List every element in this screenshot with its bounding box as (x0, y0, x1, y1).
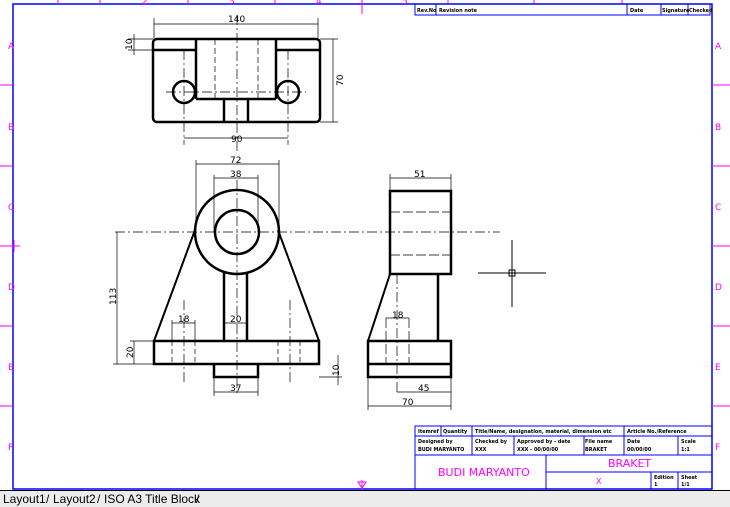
col-label: 2 (142, 0, 148, 7)
row-label: E (8, 363, 14, 373)
top-view[interactable] (128, 15, 338, 152)
tb-designed-value: BUDI MARYANTO (418, 447, 464, 453)
dim-front-boss-height: 10 (332, 364, 342, 376)
revision-table: Rev.No Revision note Date Signature Chec… (414, 3, 713, 16)
row-label: C (715, 203, 721, 213)
rev-header: Date (630, 8, 644, 14)
tb-title-label: Title/Name, designation, material, dimen… (475, 429, 612, 435)
dim-front-outer: 72 (230, 156, 241, 166)
row-label: A (8, 42, 15, 52)
row-label: B (8, 123, 14, 133)
tb-itemref: Itemref (418, 429, 440, 435)
col-label: 5 (402, 0, 408, 7)
dim-front-hole: 18 (178, 315, 190, 325)
dim-front-base: 20 (126, 346, 136, 358)
row-label: E (715, 363, 721, 373)
tb-quantity: Quantity (443, 429, 468, 435)
row-label: F (715, 443, 720, 453)
drawing-border (12, 3, 713, 490)
rev-header: Rev.No (417, 8, 437, 14)
dim-top-holes: 90 (231, 135, 243, 145)
rev-header: Signature (662, 8, 690, 14)
tb-subtitle: X (596, 477, 602, 486)
tb-designed-label: Designed by (418, 439, 453, 445)
tb-approved-label: Approved by - date (517, 439, 571, 445)
row-label: F (8, 443, 13, 453)
row-label: D (8, 283, 15, 293)
tb-filename-label: File name (585, 439, 613, 445)
tb-scale-label: Scale (681, 439, 697, 445)
tab-layout1[interactable]: Layout1 (3, 492, 46, 506)
crosshair-cursor (478, 240, 546, 307)
col-label: 4 (316, 0, 322, 7)
col-label: 3 (229, 0, 235, 7)
tb-edition-value: 1 (654, 482, 658, 488)
dim-front-rib: 20 (230, 315, 242, 325)
tb-sheet-label: Sheet (681, 475, 698, 481)
tb-article: Article No./Reference (627, 429, 687, 435)
drawing-canvas[interactable]: A B C D E F A B C D E F 2 3 4 5 Rev.No R… (0, 0, 730, 490)
layout-tab-bar: Layout1 / Layout2 / ISO A3 Title Block / (0, 490, 730, 507)
tb-sheet-value: 1/1 (681, 482, 690, 488)
row-label: B (715, 123, 721, 133)
title-block: Itemref Quantity Title/Name, designation… (414, 425, 713, 490)
rev-header: Checked (689, 8, 713, 14)
tb-company: BUDI MARYANTO (438, 466, 530, 479)
dim-side-hole: 18 (392, 311, 404, 321)
row-label: A (715, 42, 722, 52)
rev-header: Revision note (439, 8, 478, 14)
side-view[interactable] (366, 174, 453, 410)
dim-side-top: 51 (414, 170, 425, 180)
tb-date-label: Date (627, 439, 641, 445)
dim-front-boss-width: 37 (230, 384, 241, 394)
tb-date-value: 00/00/00 (627, 447, 652, 453)
row-label: C (8, 203, 14, 213)
dim-top-thickness: 10 (125, 38, 135, 50)
dim-front-height: 113 (109, 288, 119, 305)
tb-title: BRAKET (608, 457, 651, 470)
tab-layout2[interactable]: Layout2 (53, 492, 96, 506)
tb-edition-label: Edition (654, 475, 674, 481)
tb-filename-value: BRAKET (585, 447, 608, 453)
front-view[interactable] (113, 160, 500, 396)
dim-side-offset: 45 (418, 384, 429, 394)
border-labels: A B C D E F A B C D E F 2 3 4 5 (8, 0, 722, 453)
border-ticks (0, 0, 730, 490)
tab-iso-a3-title-block[interactable]: ISO A3 Title Block (104, 492, 200, 506)
tb-approved-value: XXX - 00/00/00 (517, 447, 559, 453)
dim-top-width: 140 (228, 15, 245, 25)
dim-side-width: 70 (402, 398, 414, 408)
row-label: D (715, 283, 722, 293)
tb-checked-value: XXX (475, 447, 487, 453)
dim-front-inner: 38 (230, 170, 242, 180)
dim-top-height: 70 (336, 74, 346, 86)
tb-scale-value: 1:1 (681, 447, 690, 453)
tb-checked-label: Checked by (475, 439, 508, 445)
